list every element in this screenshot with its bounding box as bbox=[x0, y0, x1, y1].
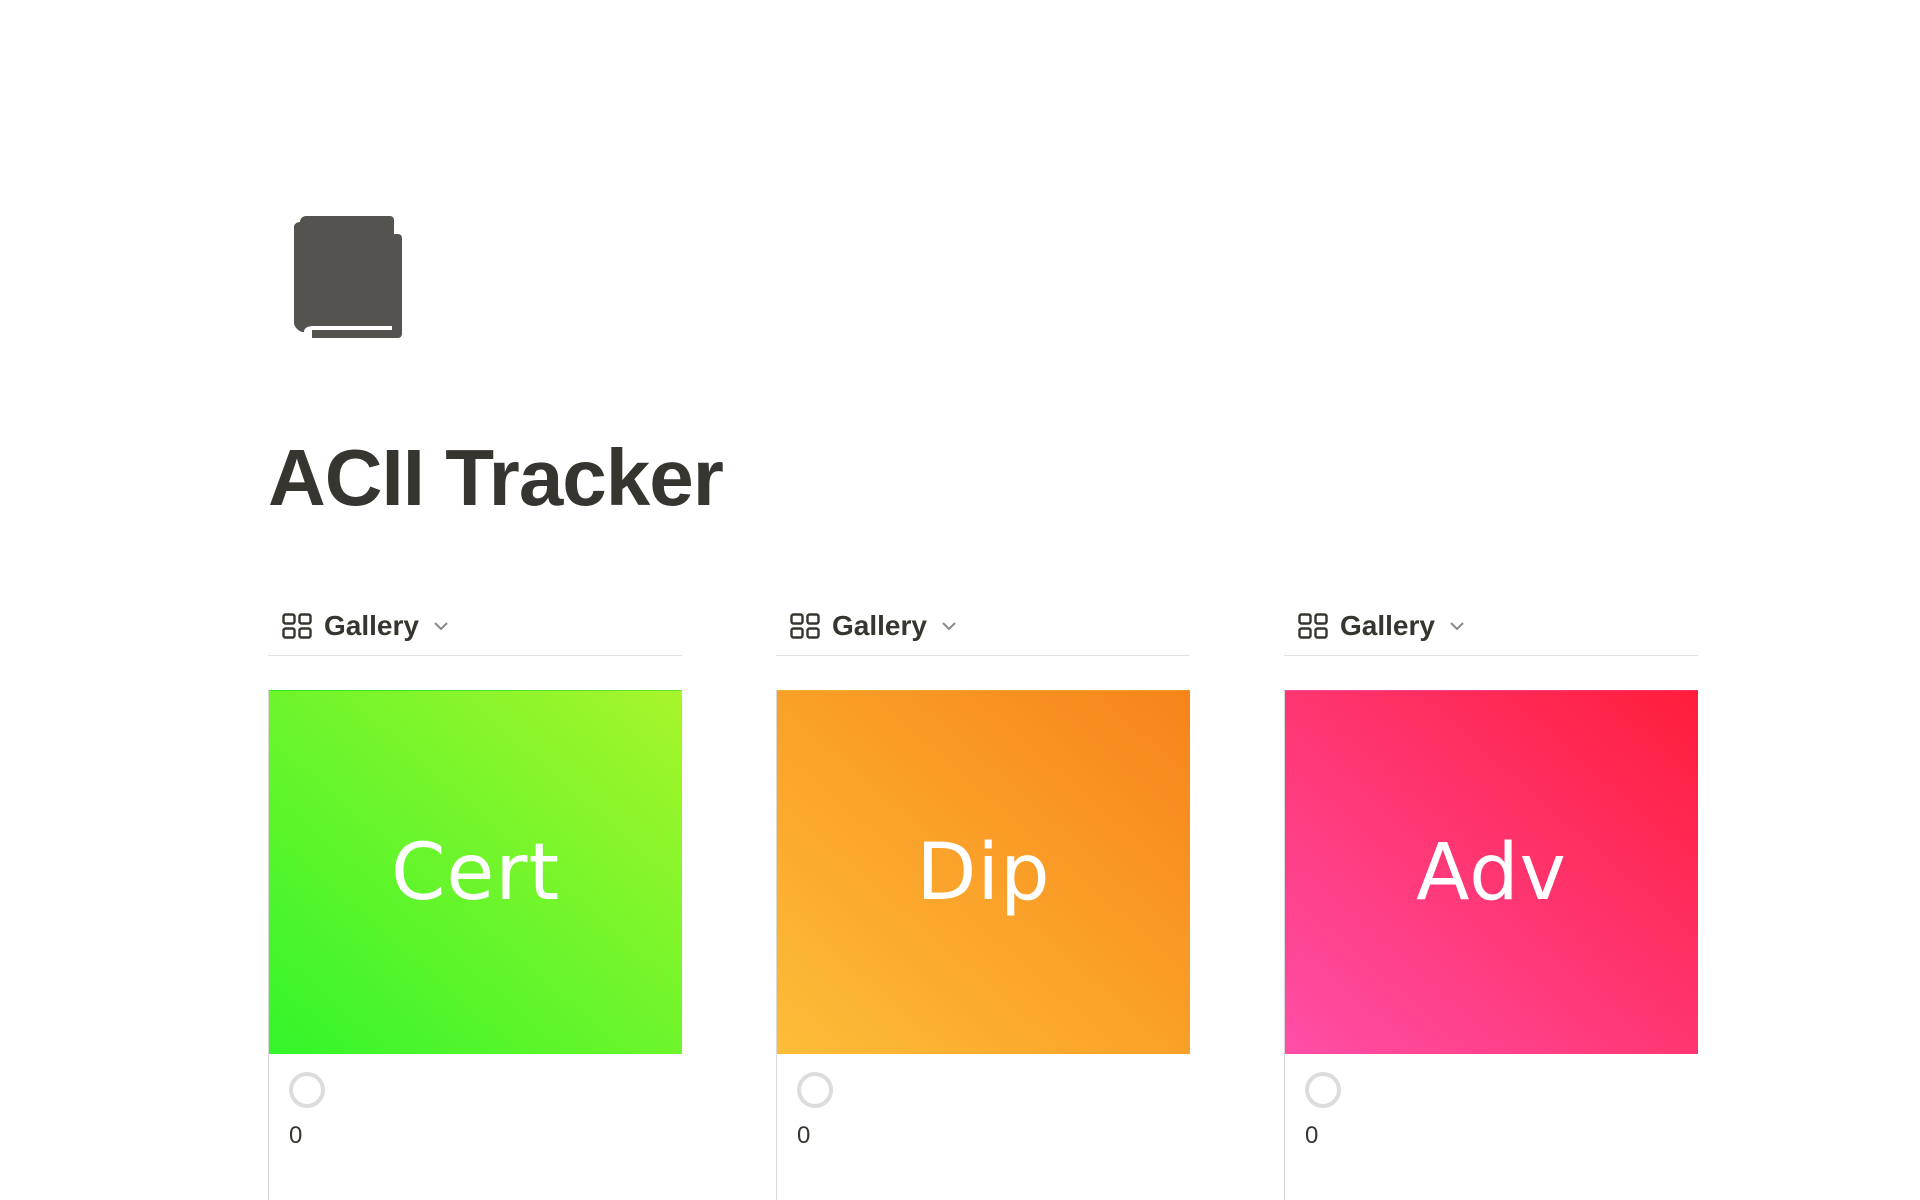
card-body: 0 bbox=[1285, 1054, 1698, 1150]
view-label: Gallery bbox=[1340, 609, 1435, 641]
book-icon[interactable] bbox=[290, 212, 406, 342]
page-title[interactable]: ACII Tracker bbox=[268, 438, 724, 518]
gallery-card[interactable]: Cert 0 bbox=[268, 690, 682, 1200]
checkbox[interactable] bbox=[797, 1072, 833, 1108]
view-switcher[interactable]: Gallery bbox=[1284, 596, 1698, 656]
cover-text: Dip bbox=[916, 827, 1051, 918]
view-label: Gallery bbox=[832, 609, 927, 641]
view-switcher[interactable]: Gallery bbox=[268, 596, 682, 656]
card-count: 0 bbox=[289, 1122, 303, 1149]
card-body: 0 bbox=[777, 1054, 1190, 1150]
card-body: 0 bbox=[269, 1054, 682, 1150]
gallery-grid-icon bbox=[1298, 612, 1328, 639]
checkbox[interactable] bbox=[289, 1072, 325, 1108]
gallery-view-dip: Gallery Dip 0 bbox=[776, 596, 1190, 1200]
chevron-down-icon bbox=[431, 616, 451, 636]
gallery-grid-icon bbox=[790, 612, 820, 639]
chevron-down-icon bbox=[1447, 616, 1467, 636]
view-label: Gallery bbox=[324, 609, 419, 641]
gallery-card[interactable]: Adv 0 bbox=[1284, 690, 1698, 1200]
gallery-view-cert: Gallery Cert 0 bbox=[268, 596, 682, 1200]
card-count: 0 bbox=[797, 1122, 811, 1149]
cover-text: Adv bbox=[1416, 827, 1567, 918]
card-cover: Adv bbox=[1285, 690, 1698, 1054]
chevron-down-icon bbox=[939, 616, 959, 636]
view-switcher[interactable]: Gallery bbox=[776, 596, 1190, 656]
gallery-grid-icon bbox=[282, 612, 312, 639]
card-count: 0 bbox=[1305, 1122, 1319, 1149]
gallery-view-adv: Gallery Adv 0 bbox=[1284, 596, 1698, 1200]
cover-text: Cert bbox=[390, 827, 561, 918]
card-cover: Dip bbox=[777, 690, 1190, 1054]
page: ACII Tracker Gallery Cert 0 Gallery Dip … bbox=[0, 0, 1920, 1200]
gallery-card[interactable]: Dip 0 bbox=[776, 690, 1190, 1200]
checkbox[interactable] bbox=[1305, 1072, 1341, 1108]
card-cover: Cert bbox=[269, 690, 682, 1054]
